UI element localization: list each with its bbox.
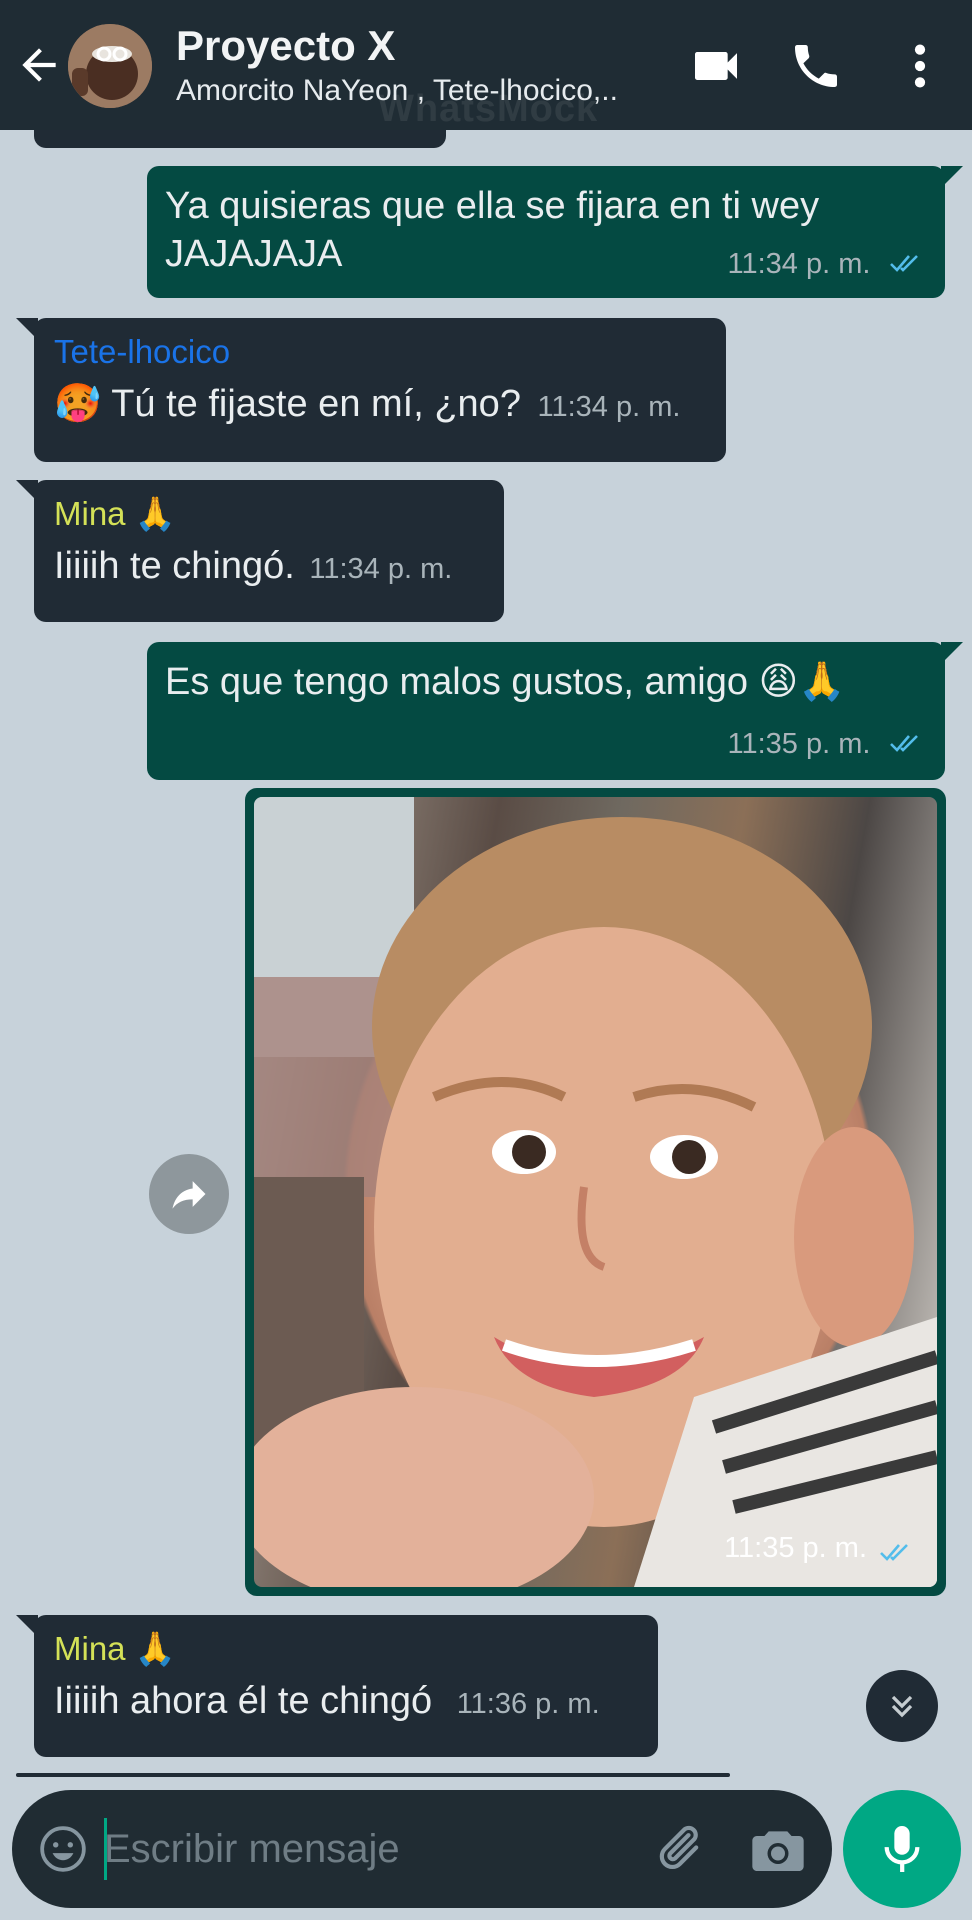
- video-call-icon: [695, 52, 737, 80]
- paperclip-icon: [659, 1825, 699, 1870]
- message-text: Es que tengo malos gustos, amigo 😩🙏: [165, 661, 846, 703]
- message-time: 11:34 p. m.: [727, 248, 871, 280]
- emoji-icon: [40, 1826, 86, 1872]
- arrow-left-icon: [22, 48, 56, 82]
- back-button[interactable]: [14, 40, 64, 90]
- microphone-icon: [884, 1826, 920, 1872]
- message-bubble-outgoing[interactable]: Ya quisieras que ella se fijara en ti we…: [147, 166, 963, 298]
- emoji-button[interactable]: [38, 1824, 88, 1874]
- scroll-to-bottom-button[interactable]: [866, 1670, 938, 1742]
- message-text: Tú te fijaste en mí, ¿no?: [111, 383, 521, 425]
- watermark: WhatsMock: [378, 88, 599, 130]
- photo-illustration: [254, 797, 937, 1587]
- message-time: 11:34 p. m.: [309, 553, 453, 585]
- message-text-row: Iiiiih te chingó. 11:34 p. m.: [54, 542, 484, 593]
- text-caret: [104, 1818, 107, 1880]
- chevron-double-down-icon: [891, 1695, 913, 1718]
- sender-name: Mina 🙏: [54, 495, 176, 532]
- message-time: 11:36 p. m.: [456, 1688, 600, 1720]
- read-receipt-icon: [880, 1544, 908, 1561]
- next-message-partial: [16, 1773, 730, 1777]
- message-bubble-incoming[interactable]: Mina 🙏 Iiiiih te chingó. 11:34 p. m.: [16, 480, 504, 622]
- voice-call-button[interactable]: [788, 38, 848, 94]
- phone-icon: [795, 45, 837, 87]
- read-receipt-icon: [890, 255, 918, 272]
- message-text-row: Iiiiih ahora él te chingó 11:36 p. m.: [54, 1677, 638, 1728]
- message-composer: [12, 1790, 832, 1908]
- message-text: Iiiiih ahora él te chingó: [54, 1680, 433, 1722]
- sender-name: Tete-lhocico: [54, 333, 231, 370]
- read-receipt-icon: [890, 735, 918, 752]
- message-time: 11:34 p. m.: [537, 391, 681, 423]
- message-meta: 11:35 p. m.: [728, 717, 926, 768]
- message-time: 11:35 p. m.: [724, 1532, 867, 1564]
- emoji: 🥵: [54, 383, 102, 425]
- avatar-image: [68, 24, 152, 108]
- image-message[interactable]: 11:35 p. m.: [245, 788, 946, 1596]
- camera-icon: [752, 1831, 804, 1871]
- message-text: Iiiiih te chingó.: [54, 545, 295, 587]
- forward-button[interactable]: [149, 1154, 229, 1234]
- message-time: 11:35 p. m.: [727, 728, 871, 760]
- attach-button[interactable]: [650, 1820, 706, 1876]
- sender-name: Mina 🙏: [54, 1630, 176, 1667]
- camera-button[interactable]: [750, 1824, 806, 1876]
- message-bubble-incoming[interactable]: Mina 🙏 Iiiiih ahora él te chingó 11:36 p…: [16, 1615, 658, 1757]
- more-options-button[interactable]: [900, 38, 940, 94]
- message-bubble-incoming[interactable]: Tete-lhocico 🥵 Tú te fijaste en mí, ¿no?…: [16, 318, 726, 462]
- more-vert-icon: [914, 44, 926, 88]
- voice-message-button[interactable]: [843, 1790, 961, 1908]
- group-avatar[interactable]: [68, 24, 152, 108]
- chat-title[interactable]: Proyecto X: [176, 22, 395, 70]
- forward-icon: [172, 1181, 206, 1209]
- message-text-row: 🥵 Tú te fijaste en mí, ¿no? 11:34 p. m.: [54, 380, 706, 431]
- message-bubble-outgoing[interactable]: Es que tengo malos gustos, amigo 😩🙏 11:3…: [147, 642, 963, 780]
- message-photo[interactable]: 11:35 p. m.: [254, 797, 937, 1587]
- message-meta: 11:34 p. m.: [728, 237, 926, 288]
- video-call-button[interactable]: [686, 38, 746, 94]
- message-input[interactable]: [104, 1818, 644, 1880]
